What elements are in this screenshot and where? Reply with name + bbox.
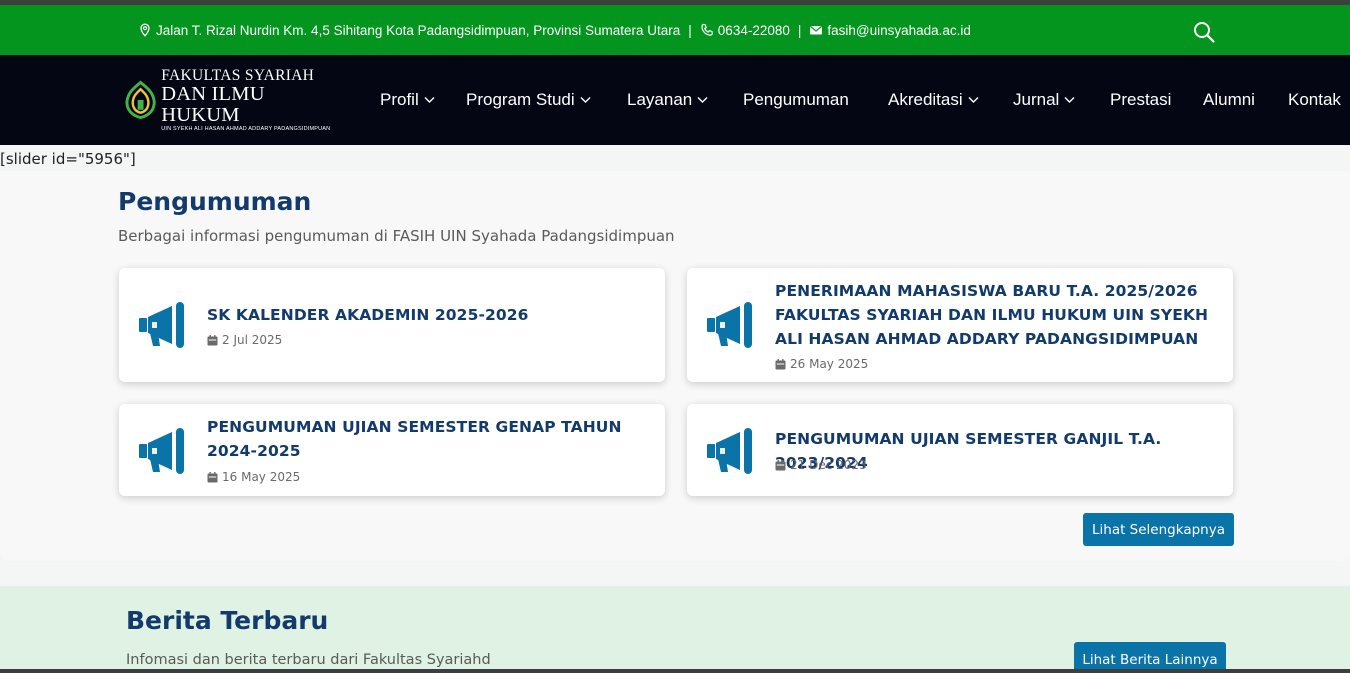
announcement-card[interactable]: PENERIMAAN MAHASISWA BARU T.A. 2025/2026…: [687, 268, 1233, 382]
announcement-card[interactable]: SK KALENDER AKADEMIN 2025-2026 2 Jul 202…: [119, 268, 665, 382]
bottom-edge-strip: [0, 669, 1350, 673]
contact-topbar: Jalan T. Rizal Nurdin Km. 4,5 Sihitang K…: [0, 5, 1350, 55]
nav-item-pengumuman[interactable]: Pengumuman: [743, 55, 849, 145]
announcement-date: 21 Dec 2023: [775, 458, 867, 472]
faculty-emblem-icon: [125, 80, 156, 120]
nav-label: Alumni: [1203, 90, 1255, 109]
announcement-date: 26 May 2025: [775, 357, 868, 371]
nav-item-alumni[interactable]: Alumni: [1203, 55, 1255, 145]
calendar-icon: [775, 358, 786, 369]
faculty-logo[interactable]: FAKULTAS SYARIAH DAN ILMU HUKUM UIN SYEK…: [124, 67, 344, 132]
logo-line-1: FAKULTAS SYARIAH: [161, 66, 315, 84]
announcement-date-text: 21 Dec 2023: [790, 458, 867, 472]
announcement-card[interactable]: PENGUMUMAN UJIAN SEMESTER GENAP TAHUN 20…: [119, 404, 665, 496]
chevron-down-icon: [424, 97, 435, 103]
nav-label: Program Studi: [466, 90, 575, 109]
address-text: Jalan T. Rizal Nurdin Km. 4,5 Sihitang K…: [156, 22, 681, 38]
nav-item-kontak[interactable]: Kontak: [1288, 55, 1341, 145]
main-navbar: FAKULTAS SYARIAH DAN ILMU HUKUM UIN SYEK…: [0, 55, 1350, 145]
nav-label: Layanan: [627, 90, 693, 109]
chevron-down-icon: [1064, 97, 1075, 103]
announcement-date-text: 16 May 2025: [222, 470, 301, 484]
see-more-announcements-button[interactable]: Lihat Selengkapnya: [1083, 513, 1234, 546]
announcement-title[interactable]: SK KALENDER AKADEMIN 2025-2026: [207, 303, 649, 327]
megaphone-icon: [707, 428, 752, 474]
nav-label: Kontak: [1288, 90, 1341, 109]
mail-icon: [809, 23, 823, 37]
announcement-card[interactable]: PENGUMUMAN UJIAN SEMESTER GANJIL T.A. 20…: [687, 404, 1233, 496]
chevron-down-icon: [697, 97, 708, 103]
announcement-date-text: 2 Jul 2025: [222, 333, 283, 347]
announcement-title[interactable]: PENGUMUMAN UJIAN SEMESTER GENAP TAHUN 20…: [207, 415, 625, 463]
nav-item-program-studi[interactable]: Program Studi: [466, 55, 591, 145]
phone-link[interactable]: 0634-22080: [718, 23, 790, 38]
announcement-date: 16 May 2025: [207, 470, 300, 484]
nav-item-profil[interactable]: Profil: [380, 55, 435, 145]
announcements-title: Pengumuman: [118, 187, 312, 216]
nav-item-jurnal[interactable]: Jurnal: [1013, 55, 1075, 145]
nav-label: Profil: [380, 90, 419, 109]
nav-label: Akreditasi: [888, 90, 963, 109]
chevron-down-icon: [580, 97, 591, 103]
news-section: Berita Terbaru Infomasi dan berita terba…: [0, 586, 1350, 673]
separator: |: [688, 22, 692, 38]
nav-label: Pengumuman: [743, 90, 849, 109]
calendar-icon: [207, 334, 218, 345]
news-subtitle: Infomasi dan berita terbaru dari Fakulta…: [126, 652, 491, 668]
contact-info: Jalan T. Rizal Nurdin Km. 4,5 Sihitang K…: [138, 5, 971, 55]
announcement-title[interactable]: PENERIMAAN MAHASISWA BARU T.A. 2025/2026…: [775, 279, 1217, 351]
logo-line-2: DAN ILMU HUKUM: [161, 83, 265, 126]
nav-label: Jurnal: [1013, 90, 1060, 109]
nav-item-akreditasi[interactable]: Akreditasi: [888, 55, 979, 145]
megaphone-icon: [139, 302, 184, 348]
chevron-down-icon: [968, 97, 979, 103]
nav-item-layanan[interactable]: Layanan: [627, 55, 708, 145]
megaphone-icon: [139, 428, 184, 474]
calendar-icon: [775, 459, 786, 470]
phone-icon: [700, 23, 714, 37]
megaphone-icon: [707, 302, 752, 348]
announcement-date: 2 Jul 2025: [207, 333, 282, 347]
announcement-date-text: 26 May 2025: [790, 357, 869, 371]
search-icon[interactable]: [1192, 20, 1216, 44]
calendar-icon: [207, 471, 218, 482]
announcements-subtitle: Berbagai informasi pengumuman di FASIH U…: [118, 227, 675, 245]
map-pin-icon: [138, 23, 152, 37]
news-title: Berita Terbaru: [126, 606, 329, 635]
email-link[interactable]: fasih@uinsyahada.ac.id: [827, 23, 971, 38]
slider-shortcode-text: [slider id="5956"]: [0, 150, 136, 168]
nav-item-prestasi[interactable]: Prestasi: [1110, 55, 1171, 145]
nav-label: Prestasi: [1110, 90, 1172, 109]
logo-line-3: UIN SYEKH ALI HASAN AHMAD ADDARY PADANGS…: [161, 126, 331, 132]
announcements-section: Pengumuman Berbagai informasi pengumuman…: [0, 171, 1350, 561]
separator: |: [797, 22, 802, 38]
